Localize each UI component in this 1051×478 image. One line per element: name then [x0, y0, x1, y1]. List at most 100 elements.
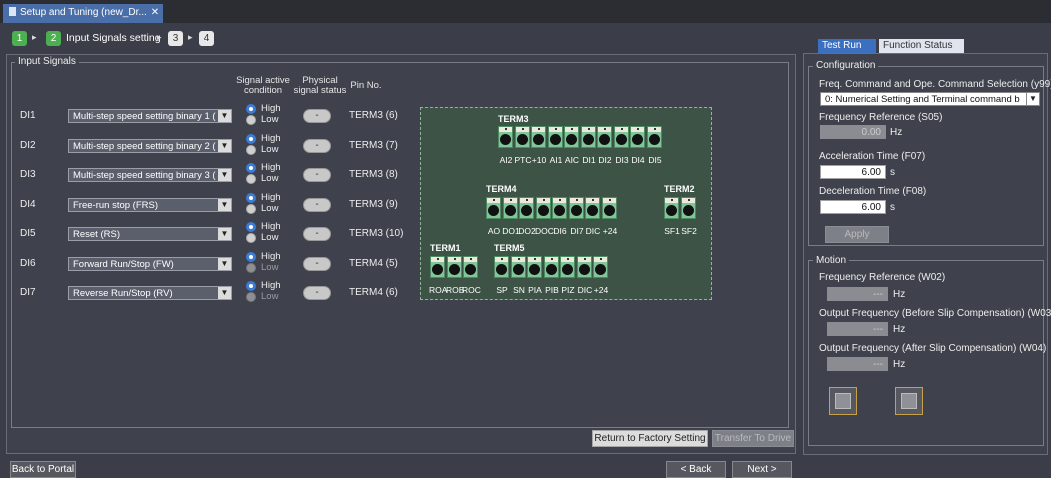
pin-number: TERM3 (10) — [349, 228, 404, 239]
jog-forward-button[interactable] — [895, 387, 923, 415]
freq-command-select[interactable]: 0: Numerical Setting and Terminal comman… — [820, 92, 1040, 106]
terminal-pin-label: AIC — [564, 155, 580, 165]
chevron-down-icon: ▼ — [218, 258, 231, 270]
radio-high[interactable] — [246, 163, 256, 173]
motion-legend: Motion — [813, 255, 850, 266]
terminal-pin-label: DIC — [585, 226, 601, 236]
radio-low-label: Low — [261, 291, 279, 302]
signal-status-indicator: - — [303, 109, 331, 123]
close-icon[interactable]: ✕ — [151, 7, 159, 18]
step-4[interactable]: 4 — [199, 31, 214, 46]
back-button[interactable]: < Back — [666, 461, 726, 478]
di-function-select[interactable]: Multi-step speed setting binary 3 (▼ — [68, 168, 232, 182]
apply-button[interactable]: Apply — [825, 226, 889, 243]
radio-low-label: Low — [261, 232, 279, 243]
terminal-pin-label: +10 — [531, 155, 547, 165]
di-function-value: Multi-step speed setting binary 3 ( — [73, 170, 216, 181]
radio-low[interactable] — [246, 115, 256, 125]
terminal-pin-label: PIZ — [561, 285, 575, 295]
terminal-screw — [527, 256, 542, 278]
decel-time-field[interactable]: 6.00 — [820, 200, 886, 214]
terminal-screw — [614, 126, 629, 148]
radio-low[interactable] — [246, 233, 256, 243]
terminal-screw — [430, 256, 445, 278]
radio-high[interactable] — [246, 222, 256, 232]
step-2[interactable]: 2 — [46, 31, 61, 46]
terminal-pin-label: PIA — [528, 285, 542, 295]
return-factory-button[interactable]: Return to Factory Setting — [592, 430, 708, 447]
configuration-legend: Configuration — [813, 60, 879, 71]
pin-number: TERM4 (6) — [349, 287, 398, 298]
accel-time-field[interactable]: 6.00 — [820, 165, 886, 179]
back-to-portal-button[interactable]: Back to Portal — [10, 461, 76, 478]
radio-high-label: High — [261, 103, 281, 114]
hz-unit: Hz — [893, 324, 906, 335]
radio-high-label: High — [261, 251, 281, 262]
di-function-select[interactable]: Reverse Run/Stop (RV) ▼ — [68, 286, 232, 300]
di-function-select[interactable]: Multi-step speed setting binary 2 (▼ — [68, 139, 232, 153]
radio-low[interactable] — [246, 145, 256, 155]
di-label: DI3 — [20, 169, 36, 180]
radio-low[interactable] — [246, 174, 256, 184]
document-tab-title: Setup and Tuning (new_Dr... — [20, 7, 147, 18]
radio-high[interactable] — [246, 252, 256, 262]
radio-low-label: Low — [261, 203, 279, 214]
document-tab[interactable]: Setup and Tuning (new_Dr... ✕ — [3, 4, 163, 23]
tab-function-status[interactable]: Function Status — [879, 39, 964, 53]
terminal-name: TERM2 — [664, 184, 695, 194]
freq-command-label: Freq. Command and Ope. Command Selection… — [819, 79, 1051, 90]
di-function-select[interactable]: Multi-step speed setting binary 1 (▼ — [68, 109, 232, 123]
terminal-screw — [494, 256, 509, 278]
signal-status-indicator: - — [303, 198, 331, 212]
next-button[interactable]: Next > — [732, 461, 792, 478]
terminal-screw — [515, 126, 530, 148]
terminal-screw — [519, 197, 534, 219]
di-function-select[interactable]: Reset (RS) ▼ — [68, 227, 232, 241]
radio-high-label: High — [261, 192, 281, 203]
terminal-pin-label: DI5 — [648, 155, 662, 165]
radio-low[interactable] — [246, 292, 256, 302]
pin-number: TERM3 (6) — [349, 110, 398, 121]
w04-label: Output Frequency (After Slip Compensatio… — [819, 343, 1047, 354]
step-arrow-icon: ▸ — [157, 32, 162, 42]
di-label: DI4 — [20, 199, 36, 210]
step-3[interactable]: 3 — [168, 31, 183, 46]
di-label: DI7 — [20, 287, 36, 298]
terminal-screw — [581, 126, 596, 148]
radio-low[interactable] — [246, 204, 256, 214]
chevron-down-icon: ▼ — [218, 110, 231, 122]
hz-unit: Hz — [893, 359, 906, 370]
pin-number: TERM3 (7) — [349, 140, 398, 151]
terminal-screw — [577, 256, 592, 278]
jog-reverse-button[interactable] — [829, 387, 857, 415]
terminal-screw — [463, 256, 478, 278]
terminal-name: TERM4 — [486, 184, 517, 194]
transfer-to-drive-button[interactable]: Transfer To Drive — [712, 430, 794, 447]
radio-high[interactable] — [246, 104, 256, 114]
sec-unit: s — [890, 202, 895, 213]
radio-high[interactable] — [246, 193, 256, 203]
step-1[interactable]: 1 — [12, 31, 27, 46]
terminal-pin-label: DO2 — [518, 226, 536, 236]
jog-reverse-icon — [835, 393, 851, 409]
radio-high[interactable] — [246, 281, 256, 291]
tab-test-run[interactable]: Test Run — [818, 39, 876, 53]
terminal-screw — [552, 197, 567, 219]
terminal-screw — [544, 256, 559, 278]
signal-status-indicator: - — [303, 257, 331, 271]
terminal-screw — [498, 126, 513, 148]
sec-unit: s — [890, 167, 895, 178]
radio-high[interactable] — [246, 134, 256, 144]
signal-status-indicator: - — [303, 286, 331, 300]
chevron-down-icon: ▼ — [218, 199, 231, 211]
chevron-down-icon: ▼ — [218, 140, 231, 152]
di-function-value: Multi-step speed setting binary 2 ( — [73, 141, 216, 152]
radio-low-label: Low — [261, 173, 279, 184]
di-function-select[interactable]: Free-run stop (FRS) ▼ — [68, 198, 232, 212]
chevron-down-icon: ▼ — [218, 169, 231, 181]
terminal-screw — [597, 126, 612, 148]
radio-low[interactable] — [246, 263, 256, 273]
chevron-down-icon: ▼ — [218, 287, 231, 299]
di-function-select[interactable]: Forward Run/Stop (FW) ▼ — [68, 257, 232, 271]
radio-low-label: Low — [261, 144, 279, 155]
